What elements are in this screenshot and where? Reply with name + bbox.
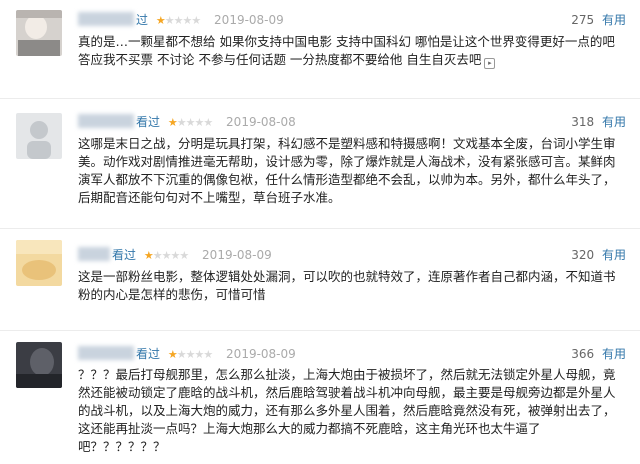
review-text: 真的是…一颗星都不想给 如果你支持中国电影 支持中国科幻 哪怕是让这个世界变得更… [78, 33, 618, 69]
watched-status: 看过 [136, 347, 161, 361]
useful-button[interactable]: 有用 [602, 13, 626, 27]
useful-button[interactable]: 有用 [602, 347, 626, 361]
star-icon: ★ [155, 14, 166, 27]
avatar[interactable] [16, 10, 62, 56]
username-blurred[interactable] [78, 114, 134, 128]
star-icon: ★ [164, 14, 175, 27]
star-icon: ★ [176, 348, 187, 361]
avatar[interactable] [16, 342, 62, 388]
username-blurred[interactable] [78, 247, 110, 261]
useful-button[interactable]: 有用 [602, 115, 626, 129]
rating-stars: ★★★★★ [167, 346, 213, 364]
useful-count: 366 [571, 347, 595, 361]
useful-count: 318 [571, 115, 595, 129]
star-icon: ★ [203, 348, 213, 361]
star-icon: ★ [170, 249, 180, 262]
avatar[interactable] [16, 113, 62, 159]
divider [0, 228, 640, 229]
useful-vote: 366 有用 [571, 345, 626, 363]
star-icon: ★ [191, 14, 201, 27]
review-meta: 看过 ★★★★★ 2019-08-08 [78, 113, 296, 131]
rating-stars: ★★★★★ [155, 12, 201, 30]
useful-vote: 320 有用 [571, 246, 626, 264]
review-meta: 看过 ★★★★★ 2019-08-09 [78, 345, 296, 363]
expand-icon[interactable]: ▸ [484, 58, 496, 69]
review-date: 2019-08-09 [214, 13, 284, 27]
review-text-content: 真的是…一颗星都不想给 如果你支持中国电影 支持中国科幻 哪怕是让这个世界变得更… [78, 34, 615, 67]
review-text: 这哪是末日之战，分明是玩具打架，科幻感不是塑料感和特摄感啊！文戏基本全废，台词小… [78, 136, 616, 205]
review-meta: 看过 ★★★★★ 2019-08-09 [78, 246, 272, 264]
divider [0, 330, 640, 331]
star-icon: ★ [203, 116, 213, 129]
review-text: ？？？最后打母舰那里，怎么那么扯淡，上海大炮由于被损坏了，然后就无法锁定外星人母… [78, 367, 616, 454]
star-icon: ★ [194, 116, 204, 129]
review-text: 这是一部粉丝电影，整体逻辑处处漏洞，可以吹的也就特效了，连原著作者自己都内涵，不… [78, 269, 616, 302]
divider [0, 98, 640, 99]
review-date: 2019-08-08 [226, 115, 296, 129]
watched-status: 看过 [136, 115, 161, 129]
review-meta: 过 ★★★★★ 2019-08-09 [78, 11, 284, 29]
star-icon: ★ [194, 348, 204, 361]
star-icon: ★ [167, 116, 178, 129]
star-icon: ★ [179, 249, 189, 262]
star-icon: ★ [152, 249, 163, 262]
rating-stars: ★★★★★ [143, 247, 189, 265]
username-blurred[interactable] [78, 12, 134, 26]
useful-button[interactable]: 有用 [602, 248, 626, 262]
watched-status: 看过 [112, 248, 137, 262]
watched-status: 过 [136, 13, 149, 27]
username-blurred[interactable] [78, 346, 134, 360]
star-icon: ★ [143, 249, 154, 262]
useful-vote: 318 有用 [571, 113, 626, 131]
useful-vote: 275 有用 [571, 11, 626, 29]
useful-count: 320 [571, 248, 595, 262]
review-date: 2019-08-09 [226, 347, 296, 361]
review-date: 2019-08-09 [202, 248, 272, 262]
star-icon: ★ [167, 348, 178, 361]
star-icon: ★ [182, 14, 192, 27]
useful-count: 275 [571, 13, 595, 27]
star-icon: ★ [176, 116, 187, 129]
avatar[interactable] [16, 240, 62, 286]
rating-stars: ★★★★★ [167, 114, 213, 132]
